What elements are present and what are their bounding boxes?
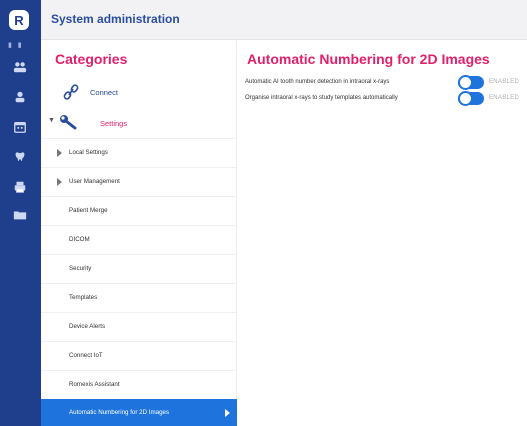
setting-row-study-templates: Organise intraoral x-rays to study templ… [245, 91, 527, 106]
toggle-status-text: ENABLED [489, 79, 520, 85]
printer-icon[interactable] [8, 178, 32, 196]
sidebar-item-label: Connect IoT [69, 352, 103, 359]
category-connect[interactable]: Connect [41, 78, 237, 106]
top-bar: System administration [41, 0, 527, 40]
users-icon[interactable] [8, 58, 32, 76]
sidebar-item-label: Patient Merge [69, 207, 108, 214]
rail-grip-handle[interactable]: ▮ ▮ [8, 41, 32, 49]
chevron-right-icon [225, 409, 230, 417]
user-icon[interactable] [8, 88, 32, 106]
sidebar-item-user-management[interactable]: User Management [41, 167, 237, 196]
sidebar-item-label: DICOM [69, 236, 90, 243]
wrench-icon [60, 115, 77, 130]
chevron-right-icon[interactable] [57, 178, 62, 186]
setting-row-ai-detection: Automatic AI tooth number detection in i… [245, 75, 527, 90]
sidebar-item-label: Device Alerts [69, 323, 106, 330]
toggle-knob [458, 91, 473, 106]
toggle-status-text: ENABLED [489, 95, 520, 101]
folder-icon[interactable] [8, 206, 32, 224]
app-logo[interactable]: R [9, 10, 29, 30]
sidebar-item-local-settings[interactable]: Local Settings [41, 138, 237, 167]
sidebar-item-patient-merge[interactable]: Patient Merge [41, 196, 237, 225]
sidebar-item-device-alerts[interactable]: Device Alerts [41, 312, 237, 341]
sidebar-item-label: User Management [69, 178, 120, 185]
chevron-down-icon[interactable]: ▼ [48, 117, 55, 124]
chevron-right-icon[interactable] [57, 149, 62, 157]
sidebar-item-label: Templates [69, 294, 98, 301]
category-settings-label: Settings [100, 119, 128, 128]
sidebar-item-label: Automatic Numbering for 2D Images [69, 409, 170, 416]
sidebar-item-label: Local Settings [69, 149, 108, 156]
study-templates-toggle[interactable] [458, 91, 484, 106]
side-navigation-rail: R ▮ ▮ [0, 0, 41, 426]
link-icon [63, 84, 79, 100]
category-settings[interactable]: ▼ Settings [41, 108, 237, 136]
setting-label: Organise intraoral x-rays to study templ… [245, 95, 398, 101]
categories-heading: Categories [55, 51, 128, 67]
tooth-icon[interactable] [8, 148, 32, 166]
sidebar-item-security[interactable]: Security [41, 254, 237, 283]
sidebar-item-dicom[interactable]: DICOM [41, 225, 237, 254]
main-title: Automatic Numbering for 2D Images [247, 51, 490, 67]
sidebar-item-connect-iot[interactable]: Connect IoT [41, 341, 237, 370]
ai-detection-toggle[interactable] [458, 75, 484, 90]
categories-panel: Categories Connect ▼ Settings Local Sett… [41, 40, 237, 426]
calendar-icon[interactable] [8, 118, 32, 136]
sidebar-item-label: Romexis Assistant [69, 381, 120, 388]
toggle-knob [458, 75, 473, 90]
sidebar-item-romexis-assistant[interactable]: Romexis Assistant [41, 370, 237, 399]
category-connect-label: Connect [90, 88, 118, 97]
page-title: System administration [51, 12, 180, 26]
setting-label: Automatic AI tooth number detection in i… [245, 79, 390, 85]
sidebar-item-automatic-numbering[interactable]: Automatic Numbering for 2D Images [41, 399, 237, 426]
sidebar-item-label: Security [69, 265, 92, 272]
sidebar-item-templates[interactable]: Templates [41, 283, 237, 312]
